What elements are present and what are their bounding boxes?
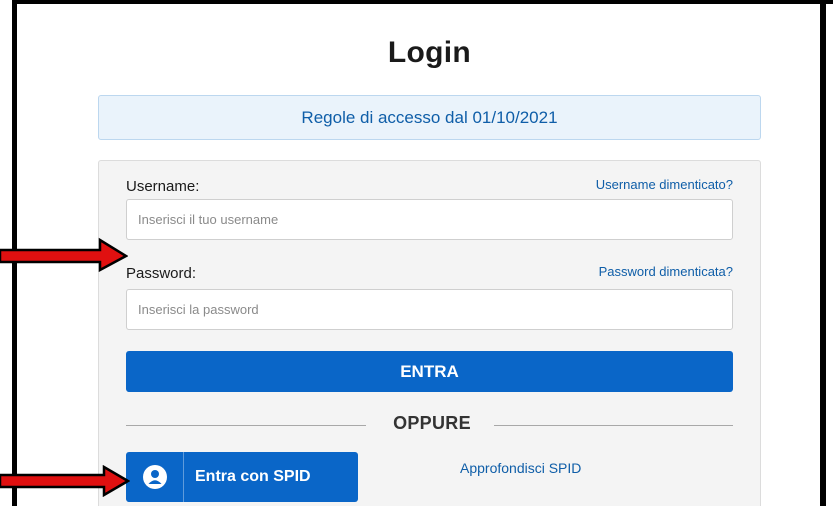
spid-button-label: Entra con SPID — [195, 468, 311, 485]
password-label: Password: — [126, 265, 197, 282]
access-rules-link[interactable]: Regole di accesso dal 01/10/2021 — [301, 108, 557, 128]
forgot-password-link[interactable]: Password dimenticata? — [533, 264, 733, 279]
access-rules-notice[interactable]: Regole di accesso dal 01/10/2021 — [98, 95, 761, 140]
forgot-username-link[interactable]: Username dimenticato? — [533, 177, 733, 192]
divider-text: OPPURE — [393, 413, 471, 433]
username-input[interactable] — [126, 199, 733, 240]
divider-line-right — [494, 425, 733, 426]
login-submit-button[interactable]: ENTRA — [126, 351, 733, 392]
right-arrow-icon — [0, 237, 128, 272]
screenshot-frame-right — [820, 0, 826, 506]
spid-info-link[interactable]: Approfondisci SPID — [460, 460, 581, 476]
divider-line-left — [126, 425, 366, 426]
screenshot-frame-top — [12, 0, 833, 4]
user-icon — [126, 452, 184, 502]
page-title: Login — [387, 36, 472, 69]
right-arrow-icon — [0, 465, 130, 497]
spid-login-button[interactable]: Entra con SPID — [126, 452, 358, 502]
password-input[interactable] — [126, 289, 733, 330]
username-label: Username: — [126, 178, 200, 195]
